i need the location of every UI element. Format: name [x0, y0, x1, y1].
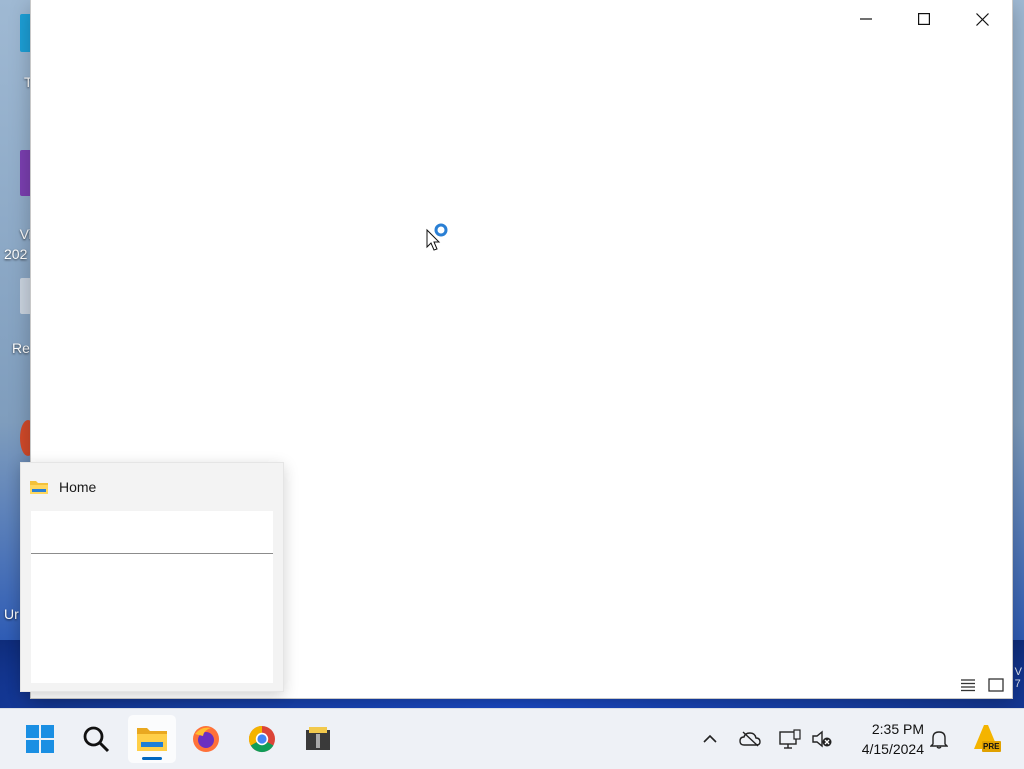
folder-icon	[137, 728, 167, 751]
chevron-up-icon	[703, 734, 717, 743]
tiles-view-icon[interactable]	[988, 678, 1004, 692]
clock[interactable]: 2:35 PM 4/15/2024	[846, 719, 924, 759]
speaker-icon	[812, 730, 832, 748]
minimize-button[interactable]	[837, 0, 895, 38]
close-icon	[975, 12, 989, 26]
cloud-icon	[739, 731, 761, 747]
search-button[interactable]	[72, 715, 120, 763]
network-icon[interactable]	[778, 727, 802, 751]
details-view-icon[interactable]	[960, 678, 976, 692]
firefox-button[interactable]	[182, 715, 230, 763]
start-button[interactable]	[16, 715, 64, 763]
chrome-button[interactable]	[238, 715, 286, 763]
view-toggles	[960, 678, 1004, 692]
clock-time: 2:35 PM	[871, 721, 924, 737]
firefox-icon	[193, 726, 219, 752]
onedrive-icon[interactable]	[738, 727, 762, 751]
notifications-button[interactable]	[927, 727, 951, 751]
desktop-watermark: V 7	[1014, 666, 1022, 690]
chrome-icon	[248, 725, 275, 753]
preview-header: Home	[29, 475, 96, 499]
preview-thumbnail	[31, 511, 273, 683]
minimize-icon	[860, 18, 872, 20]
search-icon	[83, 726, 110, 753]
show-hidden-icons[interactable]	[698, 727, 722, 751]
file-explorer-icon	[30, 481, 48, 494]
monitor-icon	[779, 729, 801, 749]
archiver-button[interactable]	[294, 715, 342, 763]
busy-cursor-icon	[426, 223, 448, 251]
windows-logo-icon	[26, 725, 54, 753]
preview-title: Home	[59, 479, 97, 495]
maximize-button[interactable]	[895, 0, 953, 38]
clock-date: 4/15/2024	[861, 741, 924, 757]
archive-icon	[306, 727, 330, 750]
maximize-icon	[918, 13, 930, 25]
close-button[interactable]	[953, 0, 1011, 38]
taskbar-thumbnail-preview[interactable]: Home	[20, 462, 284, 692]
active-app-indicator	[142, 757, 162, 760]
file-explorer-button[interactable]	[128, 715, 176, 763]
preview-badge-label: PRE	[983, 742, 1000, 751]
preview-badge-button[interactable]: PRE	[970, 723, 1002, 755]
bell-icon	[930, 731, 948, 749]
volume-muted-icon[interactable]	[810, 727, 834, 751]
